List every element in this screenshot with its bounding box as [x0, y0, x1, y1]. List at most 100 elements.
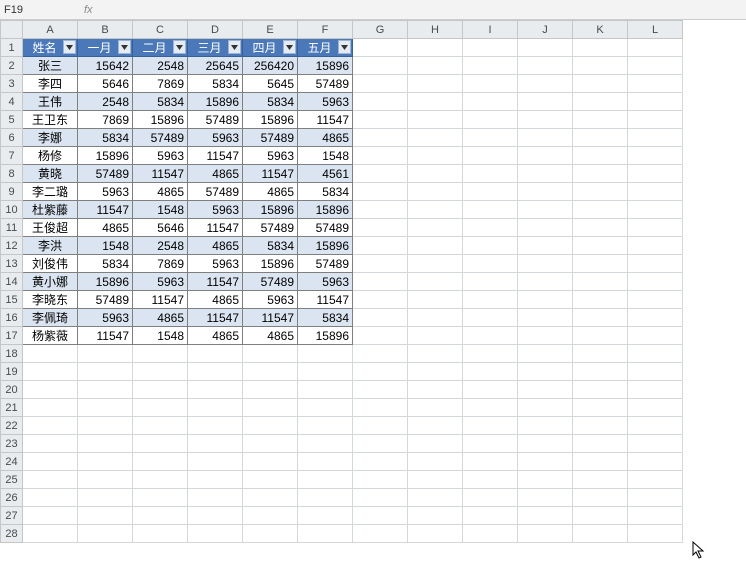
cell-K6[interactable]	[573, 129, 628, 147]
cell-J23[interactable]	[518, 435, 573, 453]
cell-I22[interactable]	[463, 417, 518, 435]
cell-G26[interactable]	[353, 489, 408, 507]
cell-H17[interactable]	[408, 327, 463, 345]
col-header-F[interactable]: F	[298, 21, 353, 39]
col-header-D[interactable]: D	[188, 21, 243, 39]
table-cell-r12-c5[interactable]: 5963	[298, 273, 353, 291]
table-cell-r1-c0[interactable]: 李四	[23, 75, 78, 93]
table-cell-r4-c5[interactable]: 4865	[298, 129, 353, 147]
cell-K5[interactable]	[573, 111, 628, 129]
cell-I19[interactable]	[463, 363, 518, 381]
cell-H10[interactable]	[408, 201, 463, 219]
cell-D18[interactable]	[188, 345, 243, 363]
table-cell-r7-c3[interactable]: 57489	[188, 183, 243, 201]
table-cell-r2-c5[interactable]: 5963	[298, 93, 353, 111]
table-cell-r4-c3[interactable]: 5963	[188, 129, 243, 147]
cell-L10[interactable]	[628, 201, 683, 219]
cell-J25[interactable]	[518, 471, 573, 489]
table-cell-r6-c5[interactable]: 4561	[298, 165, 353, 183]
cell-L1[interactable]	[628, 39, 683, 57]
cell-F27[interactable]	[298, 507, 353, 525]
cell-F26[interactable]	[298, 489, 353, 507]
cell-G7[interactable]	[353, 147, 408, 165]
cell-A28[interactable]	[23, 525, 78, 543]
table-cell-r11-c1[interactable]: 5834	[78, 255, 133, 273]
row-header-13[interactable]: 13	[1, 255, 23, 273]
cell-A21[interactable]	[23, 399, 78, 417]
cell-F24[interactable]	[298, 453, 353, 471]
cell-G6[interactable]	[353, 129, 408, 147]
cell-G27[interactable]	[353, 507, 408, 525]
cell-K18[interactable]	[573, 345, 628, 363]
cell-H9[interactable]	[408, 183, 463, 201]
cell-F19[interactable]	[298, 363, 353, 381]
cell-H18[interactable]	[408, 345, 463, 363]
cell-K19[interactable]	[573, 363, 628, 381]
table-cell-r11-c2[interactable]: 7869	[133, 255, 188, 273]
table-cell-r5-c4[interactable]: 5963	[243, 147, 298, 165]
cell-H14[interactable]	[408, 273, 463, 291]
cell-G25[interactable]	[353, 471, 408, 489]
row-header-26[interactable]: 26	[1, 489, 23, 507]
col-header-K[interactable]: K	[573, 21, 628, 39]
col-header-C[interactable]: C	[133, 21, 188, 39]
table-cell-r7-c4[interactable]: 4865	[243, 183, 298, 201]
cell-B21[interactable]	[78, 399, 133, 417]
cell-H4[interactable]	[408, 93, 463, 111]
table-cell-r0-c3[interactable]: 25645	[188, 57, 243, 75]
table-cell-r5-c5[interactable]: 1548	[298, 147, 353, 165]
table-cell-r3-c2[interactable]: 15896	[133, 111, 188, 129]
cell-E24[interactable]	[243, 453, 298, 471]
table-header-4[interactable]: 四月	[243, 39, 298, 57]
cell-D23[interactable]	[188, 435, 243, 453]
table-cell-r2-c1[interactable]: 2548	[78, 93, 133, 111]
cell-B23[interactable]	[78, 435, 133, 453]
table-cell-r14-c5[interactable]: 5834	[298, 309, 353, 327]
name-box[interactable]: F19	[4, 4, 64, 16]
cell-J4[interactable]	[518, 93, 573, 111]
table-cell-r14-c0[interactable]: 李佩琦	[23, 309, 78, 327]
cell-F28[interactable]	[298, 525, 353, 543]
cell-E18[interactable]	[243, 345, 298, 363]
col-header-J[interactable]: J	[518, 21, 573, 39]
cell-A18[interactable]	[23, 345, 78, 363]
cell-G3[interactable]	[353, 75, 408, 93]
cell-L23[interactable]	[628, 435, 683, 453]
table-cell-r10-c5[interactable]: 15896	[298, 237, 353, 255]
cell-L2[interactable]	[628, 57, 683, 75]
row-header-4[interactable]: 4	[1, 93, 23, 111]
cell-J8[interactable]	[518, 165, 573, 183]
col-header-B[interactable]: B	[78, 21, 133, 39]
cell-E23[interactable]	[243, 435, 298, 453]
cell-B19[interactable]	[78, 363, 133, 381]
table-cell-r3-c5[interactable]: 11547	[298, 111, 353, 129]
table-cell-r6-c4[interactable]: 11547	[243, 165, 298, 183]
cell-I26[interactable]	[463, 489, 518, 507]
cell-G28[interactable]	[353, 525, 408, 543]
cell-C19[interactable]	[133, 363, 188, 381]
table-cell-r9-c2[interactable]: 5646	[133, 219, 188, 237]
cell-K10[interactable]	[573, 201, 628, 219]
table-cell-r11-c0[interactable]: 刘俊伟	[23, 255, 78, 273]
table-cell-r10-c4[interactable]: 5834	[243, 237, 298, 255]
table-header-2[interactable]: 二月	[133, 39, 188, 57]
table-header-0[interactable]: 姓名	[23, 39, 78, 57]
cell-J7[interactable]	[518, 147, 573, 165]
col-header-E[interactable]: E	[243, 21, 298, 39]
table-cell-r13-c3[interactable]: 4865	[188, 291, 243, 309]
cell-F25[interactable]	[298, 471, 353, 489]
cell-J10[interactable]	[518, 201, 573, 219]
table-cell-r15-c5[interactable]: 15896	[298, 327, 353, 345]
cell-C23[interactable]	[133, 435, 188, 453]
cell-I20[interactable]	[463, 381, 518, 399]
cell-H11[interactable]	[408, 219, 463, 237]
cell-A27[interactable]	[23, 507, 78, 525]
cell-J18[interactable]	[518, 345, 573, 363]
cell-K23[interactable]	[573, 435, 628, 453]
table-cell-r11-c5[interactable]: 57489	[298, 255, 353, 273]
cell-I12[interactable]	[463, 237, 518, 255]
table-cell-r0-c4[interactable]: 256420	[243, 57, 298, 75]
cell-H8[interactable]	[408, 165, 463, 183]
cell-K8[interactable]	[573, 165, 628, 183]
cell-A25[interactable]	[23, 471, 78, 489]
